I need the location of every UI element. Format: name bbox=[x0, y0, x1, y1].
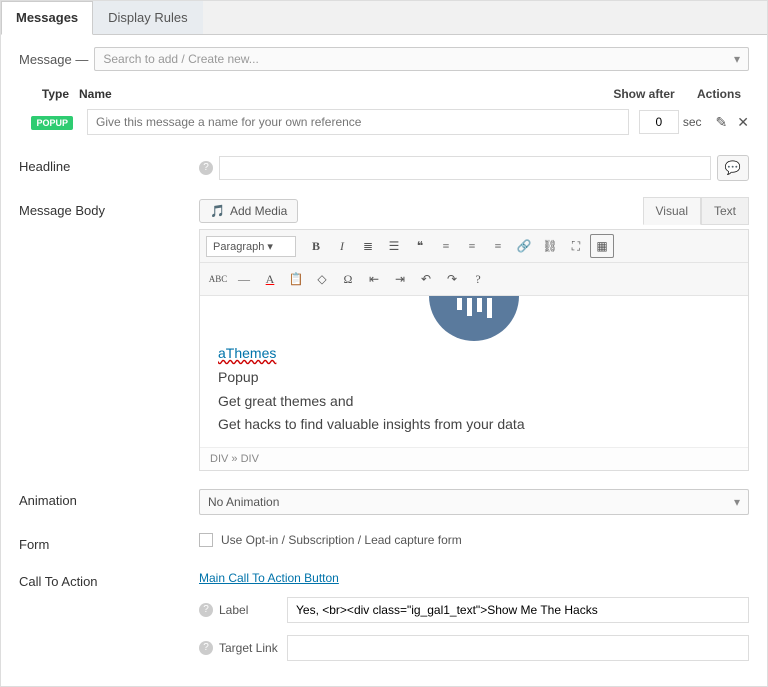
outdent-icon[interactable]: ⇤ bbox=[362, 267, 386, 291]
message-select-label: Message — bbox=[19, 52, 88, 67]
animation-label: Animation bbox=[19, 489, 199, 508]
chart-circle-icon bbox=[429, 296, 519, 341]
cta-label: Call To Action bbox=[19, 570, 199, 589]
unlink-icon[interactable]: ⛓ bbox=[538, 234, 562, 258]
optin-checkbox[interactable] bbox=[199, 533, 213, 547]
media-icon: 🎵 bbox=[210, 204, 225, 218]
edit-icon[interactable]: ✎ bbox=[716, 114, 728, 131]
redo-icon[interactable]: ↷ bbox=[440, 267, 464, 291]
headline-input[interactable] bbox=[219, 156, 711, 180]
optin-checkbox-label: Use Opt-in / Subscription / Lead capture… bbox=[221, 533, 462, 547]
quote-icon[interactable]: ❝ bbox=[408, 234, 432, 258]
close-icon[interactable]: ✕ bbox=[737, 114, 749, 131]
editor-content-area[interactable]: aThemes Popup Get great themes and Get h… bbox=[200, 296, 748, 447]
message-body-label: Message Body bbox=[19, 199, 199, 218]
toolbar-toggle-icon[interactable]: ▦ bbox=[590, 234, 614, 258]
fullscreen-icon[interactable]: ⛶ bbox=[564, 234, 588, 258]
content-line: Popup bbox=[218, 366, 730, 390]
editor-tab-visual[interactable]: Visual bbox=[643, 197, 701, 225]
name-input[interactable] bbox=[87, 109, 629, 135]
special-char-icon[interactable]: Ω bbox=[336, 267, 360, 291]
align-right-icon[interactable]: ≡ bbox=[486, 234, 510, 258]
align-center-icon[interactable]: ≡ bbox=[460, 234, 484, 258]
tab-display-rules[interactable]: Display Rules bbox=[93, 1, 202, 34]
indent-icon[interactable]: ⇥ bbox=[388, 267, 412, 291]
cta-label-input[interactable] bbox=[287, 597, 749, 623]
wysiwyg-editor: Paragraph ▾ B I ≣ ☰ ❝ ≡ ≡ ≡ 🔗 ⛓ ⛶ ▦ bbox=[199, 229, 749, 471]
strikethrough-icon[interactable]: ABC bbox=[206, 267, 230, 291]
content-line: Get great themes and bbox=[218, 390, 730, 414]
help-icon[interactable]: ? bbox=[199, 161, 213, 175]
show-after-input[interactable] bbox=[639, 110, 679, 134]
speech-bubble-icon: 💬 bbox=[725, 160, 741, 176]
format-select[interactable]: Paragraph ▾ bbox=[206, 236, 296, 257]
bold-icon[interactable]: B bbox=[304, 234, 328, 258]
hr-icon[interactable]: — bbox=[232, 267, 256, 291]
cta-label-label: Label bbox=[219, 603, 248, 617]
clear-format-icon[interactable]: ◇ bbox=[310, 267, 334, 291]
headline-chat-button[interactable]: 💬 bbox=[717, 155, 749, 181]
header-name: Name bbox=[79, 87, 599, 101]
cta-main-link[interactable]: Main Call To Action Button bbox=[199, 571, 339, 585]
undo-icon[interactable]: ↶ bbox=[414, 267, 438, 291]
cta-target-label: Target Link bbox=[219, 641, 278, 655]
header-type: Type bbox=[19, 87, 79, 101]
add-media-button[interactable]: 🎵 Add Media bbox=[199, 199, 298, 223]
help-icon[interactable]: ? bbox=[199, 641, 213, 655]
type-badge: POPUP bbox=[31, 116, 73, 130]
content-link[interactable]: aThemes bbox=[218, 345, 276, 361]
link-icon[interactable]: 🔗 bbox=[512, 234, 536, 258]
content-line: Get hacks to find valuable insights from… bbox=[218, 413, 730, 437]
align-left-icon[interactable]: ≡ bbox=[434, 234, 458, 258]
animation-select[interactable]: No Animation▾ bbox=[199, 489, 749, 515]
tabs-bar: Messages Display Rules bbox=[1, 1, 767, 35]
help-toolbar-icon[interactable]: ? bbox=[466, 267, 490, 291]
headline-label: Headline bbox=[19, 155, 199, 174]
help-icon[interactable]: ? bbox=[199, 603, 213, 617]
sec-label: sec bbox=[683, 115, 702, 129]
form-label: Form bbox=[19, 533, 199, 552]
tab-messages[interactable]: Messages bbox=[1, 1, 93, 35]
numbered-list-icon[interactable]: ☰ bbox=[382, 234, 406, 258]
editor-status-bar: DIV » DIV bbox=[200, 447, 748, 470]
header-show-after: Show after bbox=[599, 87, 689, 101]
italic-icon[interactable]: I bbox=[330, 234, 354, 258]
text-color-icon[interactable]: A bbox=[258, 267, 282, 291]
message-select[interactable]: Search to add / Create new... bbox=[94, 47, 749, 71]
cta-target-input[interactable] bbox=[287, 635, 749, 661]
paste-text-icon[interactable]: 📋 bbox=[284, 267, 308, 291]
bullet-list-icon[interactable]: ≣ bbox=[356, 234, 380, 258]
editor-tab-text[interactable]: Text bbox=[701, 197, 749, 225]
header-actions: Actions bbox=[689, 87, 749, 101]
